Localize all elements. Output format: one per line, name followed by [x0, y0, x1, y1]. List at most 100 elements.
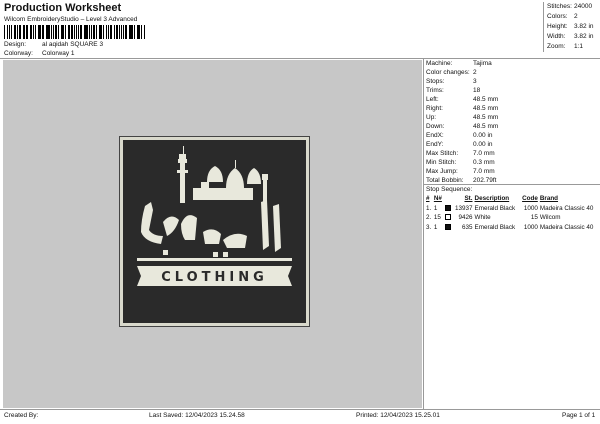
- col-code: Code: [522, 195, 538, 202]
- spec-label: Stops:: [426, 78, 445, 85]
- spec-label: EndY:: [426, 141, 444, 148]
- spec-row: Left: 48.5 mm: [425, 95, 599, 104]
- spec-row: Right: 48.5 mm: [425, 104, 599, 113]
- cell-needle: 15: [433, 214, 441, 221]
- color-swatch: [444, 204, 451, 211]
- spec-label: Color changes:: [426, 69, 470, 76]
- col-brand: Brand: [539, 195, 559, 202]
- cell-index: 3.: [426, 223, 432, 231]
- cell-index: 2.: [426, 214, 432, 221]
- spec-value: 18: [473, 87, 481, 94]
- cell-needle: 1: [433, 204, 438, 212]
- footer-created-by: Created By:: [4, 412, 39, 419]
- page-title: Production Worksheet: [4, 2, 122, 14]
- spec-value: 48.5 mm: [473, 96, 499, 103]
- stop-sequence-table: # N# St. Description Code Brand 1. 1 13937…: [425, 194, 599, 232]
- spec-row: EndY: 0.00 in: [425, 140, 599, 149]
- table-row: 3. 1 635 Emerald Black 1000 Madeira Classic 4…: [425, 223, 599, 233]
- col-index: #: [426, 195, 430, 202]
- spec-row: Max Jump: 7.0 mm: [425, 167, 599, 176]
- cell-brand: Madeira Classic 40: [539, 223, 594, 231]
- footer-page: Page 1 of 1: [562, 412, 596, 419]
- spec-label: Max Jump:: [426, 168, 458, 175]
- spec-row: Color changes: 2: [425, 68, 599, 77]
- spec-value: 2: [473, 69, 477, 76]
- cell-code: 1000: [523, 204, 538, 212]
- colorway-row: Colorway: Colorway 1: [4, 50, 75, 57]
- spec-value: 202.79ft: [473, 177, 497, 184]
- spec-value: 7.0 mm: [473, 168, 495, 175]
- stop-sequence-title: Stop Sequence:: [426, 186, 473, 193]
- cell-needle: 1: [433, 223, 438, 231]
- cell-description: Emerald Black: [474, 223, 516, 231]
- embroidery-design: CLOTHING: [120, 137, 309, 326]
- spec-label: Total Bobbin:: [426, 177, 464, 184]
- spec-row: Down: 48.5 mm: [425, 122, 599, 131]
- cell-swatch: [444, 213, 453, 223]
- table-row: 1. 1 13937 Emerald Black 1000 Madeira Classic…: [425, 204, 599, 214]
- stat-width: Width: 3.82 in: [547, 33, 594, 40]
- col-stitches: St.: [464, 195, 473, 202]
- spec-value: 0.3 mm: [473, 159, 495, 166]
- software-name: Wilcom EmbroideryStudio – Level 3 Advanc…: [4, 16, 138, 23]
- footer-printed: Printed: 12/04/2023 15.25.01: [356, 412, 440, 419]
- footer-divider: [0, 409, 600, 410]
- footer-last-saved: Last Saved: 12/04/2023 15.24.58: [149, 412, 245, 419]
- stat-zoom: Zoom: 1:1: [547, 43, 584, 50]
- cell-stitches: 9426: [458, 214, 473, 221]
- cell-stitches: 635: [462, 223, 473, 231]
- machine-specs: Machine: Tajima Color changes: 2 Stops: 3 Trim…: [425, 59, 599, 185]
- spec-label: Min Stitch:: [426, 159, 457, 166]
- spec-row: Min Stitch: 0.3 mm: [425, 158, 599, 167]
- spec-row: Max Stitch: 7.0 mm: [425, 149, 599, 158]
- design-label: Design:: [4, 41, 27, 48]
- spec-value: Tajima: [473, 60, 492, 67]
- cell-brand: Madeira Classic 40: [539, 204, 594, 212]
- spec-row: Total Bobbin: 202.79ft: [425, 176, 599, 185]
- cell-swatch: [444, 223, 453, 233]
- design-row: Design: al aqidah SQUARE 3: [4, 41, 103, 48]
- spec-row: Stops: 3: [425, 77, 599, 86]
- spec-label: Max Stitch:: [426, 150, 459, 157]
- stat-height: Height: 3.82 in: [547, 23, 594, 30]
- brand-text: CLOTHING: [161, 270, 268, 285]
- summary-stats: Stitches: 24000 Colors: 2 Height: 3.82 in W…: [543, 2, 599, 52]
- table-header-row: # N# St. Description Code Brand: [425, 194, 599, 204]
- spec-row: Up: 48.5 mm: [425, 113, 599, 122]
- spec-label: Trims:: [426, 87, 444, 94]
- design-canvas[interactable]: CLOTHING: [3, 60, 422, 408]
- cell-index: 1.: [426, 204, 432, 212]
- spec-label: Down:: [426, 123, 445, 130]
- spec-value: 48.5 mm: [473, 114, 499, 121]
- stat-colors: Colors: 2: [547, 13, 578, 20]
- spec-value: 3: [473, 78, 477, 85]
- spec-label: Machine:: [426, 60, 453, 67]
- spec-row: Trims: 18: [425, 86, 599, 95]
- color-swatch: [444, 214, 451, 221]
- cell-description: White: [474, 214, 491, 221]
- col-swatch: [444, 194, 453, 204]
- spec-label: Left:: [426, 96, 439, 103]
- spec-row: EndX: 0.00 in: [425, 131, 599, 140]
- spec-label: Right:: [426, 105, 443, 112]
- spec-row: Machine: Tajima: [425, 59, 599, 68]
- spec-value: 48.5 mm: [473, 123, 499, 130]
- design-artwork: CLOTHING: [137, 146, 292, 286]
- spec-value: 7.0 mm: [473, 150, 495, 157]
- spec-label: Up:: [426, 114, 437, 121]
- cell-brand: Wilcom: [539, 214, 561, 221]
- cell-swatch: [444, 204, 453, 214]
- panel-divider: [423, 58, 424, 409]
- colorway-name: Colorway 1: [42, 50, 75, 57]
- col-needle: N#: [433, 195, 442, 202]
- table-row: 2. 15 9426 White 15 Wilcom: [425, 213, 599, 223]
- cell-description: Emerald Black: [474, 204, 516, 212]
- colorway-label: Colorway:: [4, 50, 33, 57]
- cell-code: 15: [530, 214, 538, 221]
- spec-label: EndX:: [426, 132, 444, 139]
- spec-value: 0.00 in: [473, 141, 493, 148]
- design-name: al aqidah SQUARE 3: [42, 41, 104, 48]
- barcode: [4, 25, 146, 39]
- spec-value: 48.5 mm: [473, 105, 499, 112]
- cell-stitches: 13937: [455, 204, 473, 212]
